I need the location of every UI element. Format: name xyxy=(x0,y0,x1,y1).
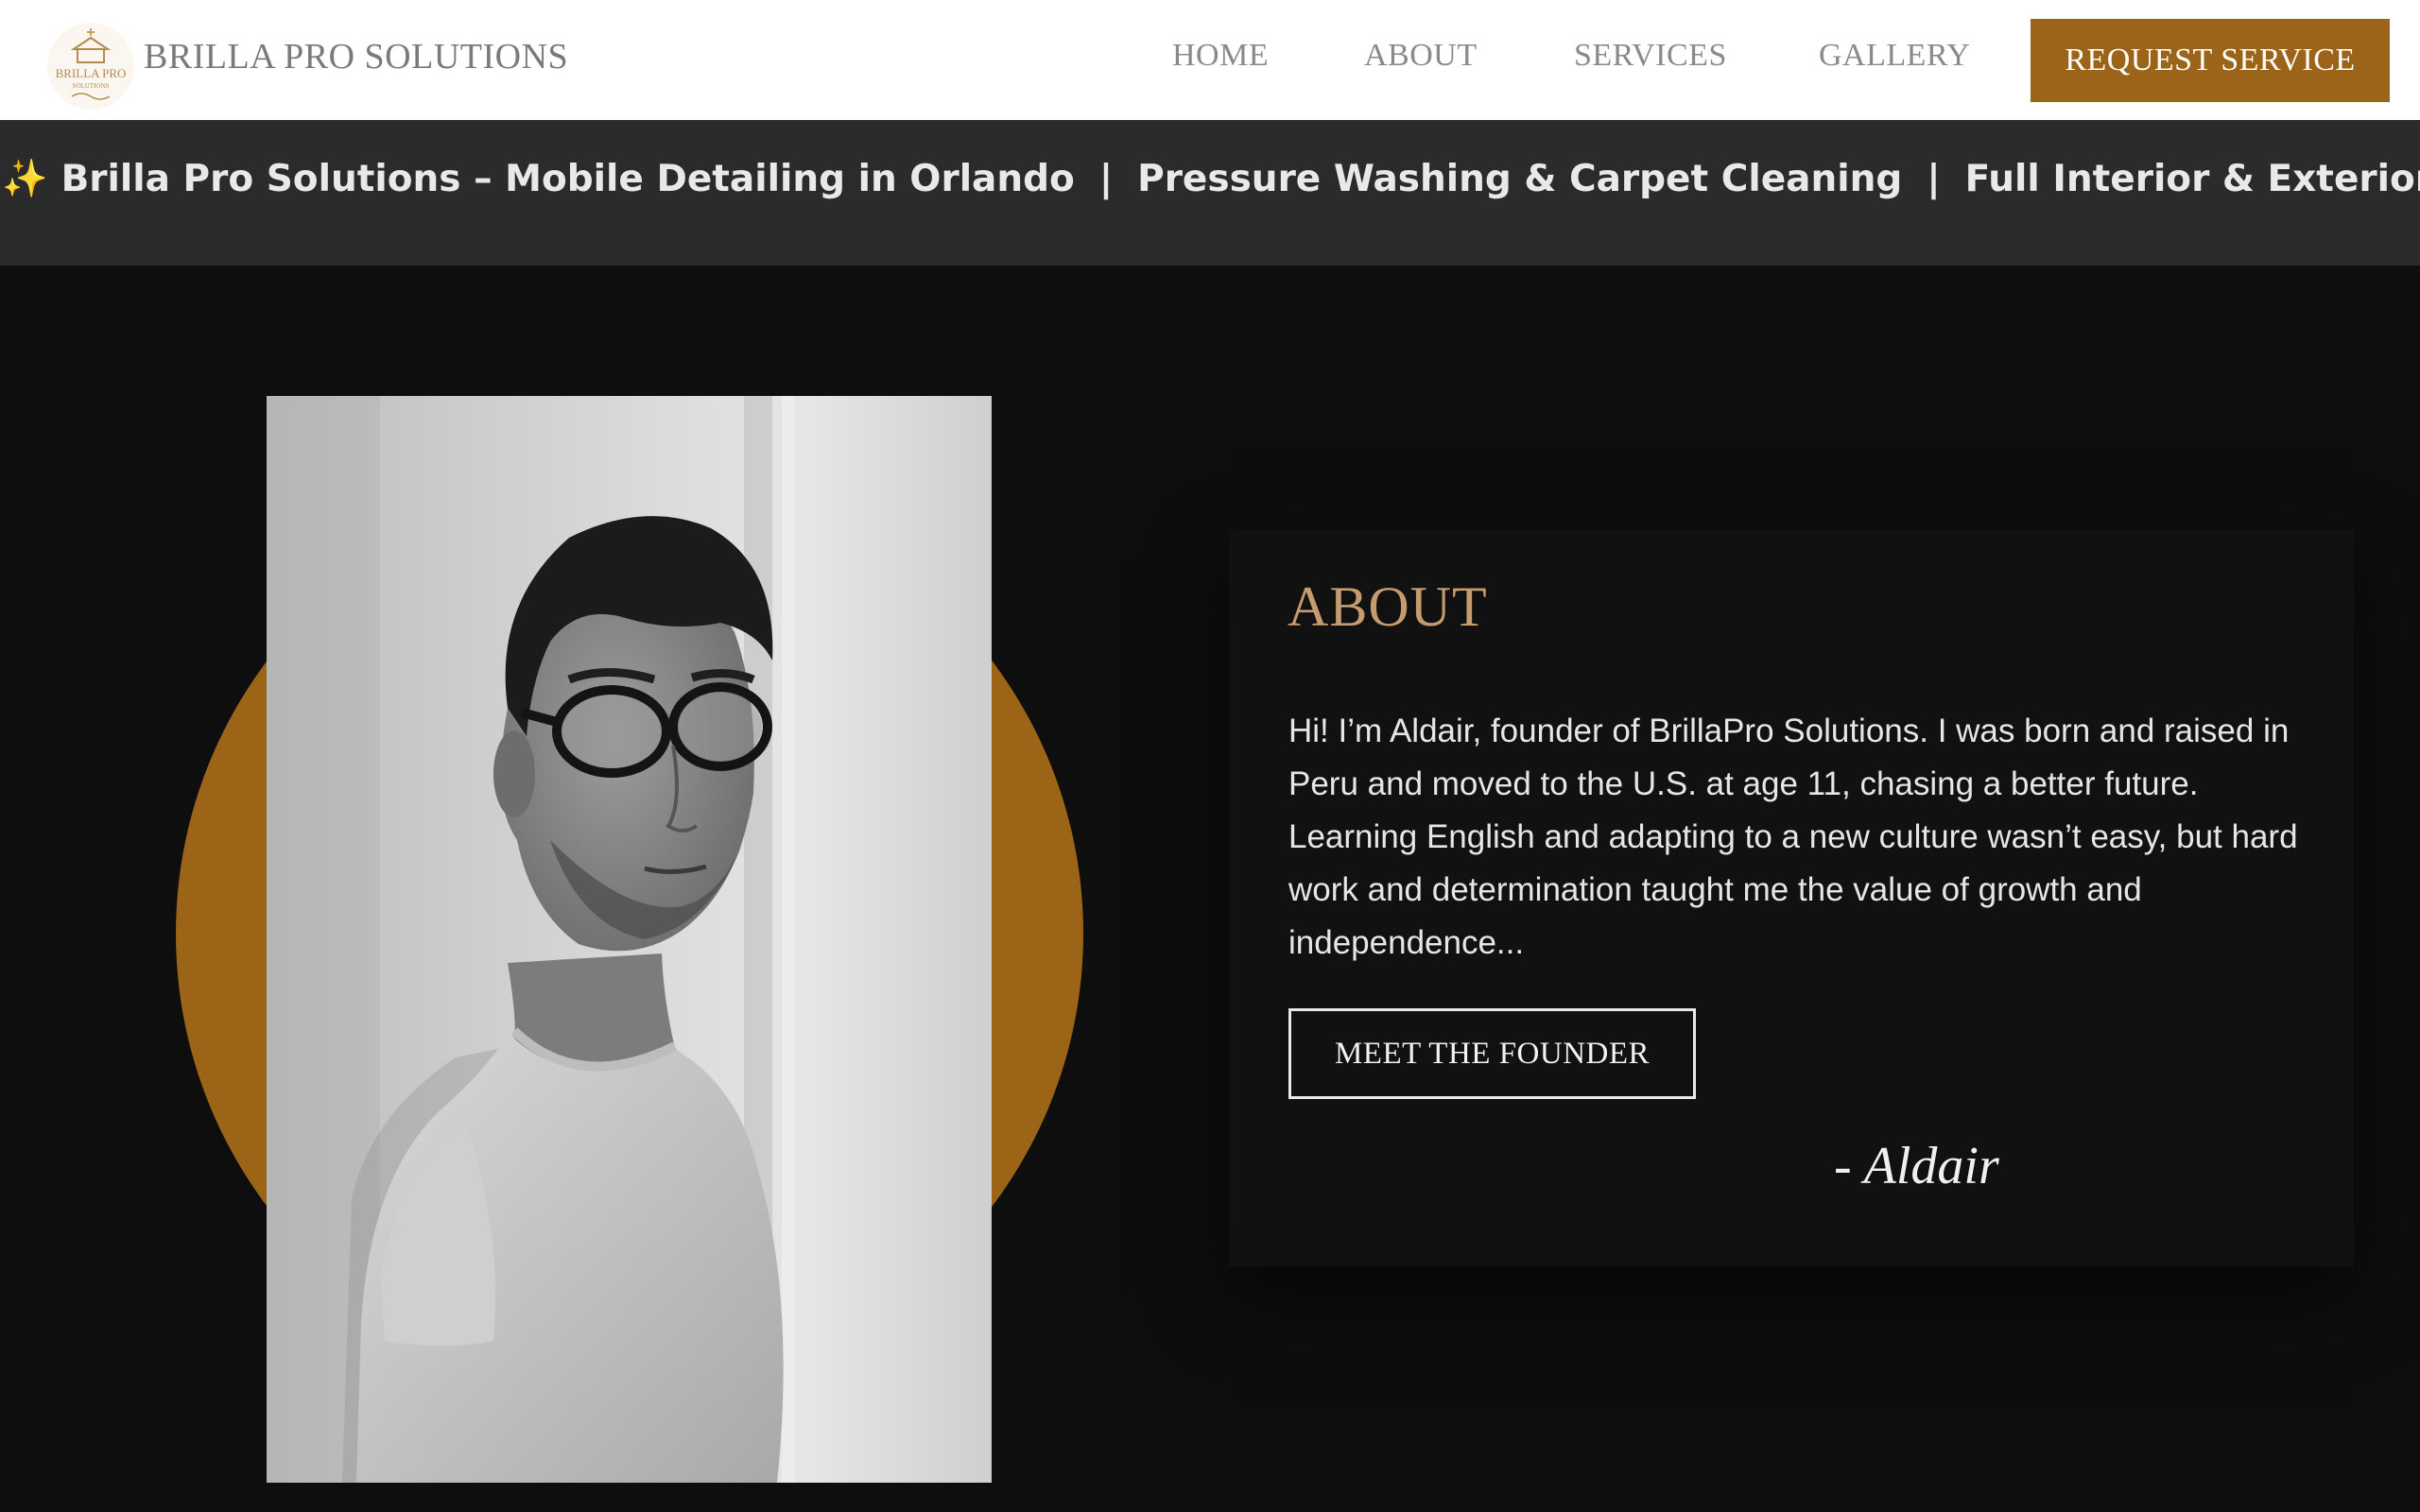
founder-signature: - Aldair xyxy=(1834,1137,1999,1195)
meet-the-founder-button[interactable]: MEET THE FOUNDER xyxy=(1288,1008,1696,1099)
ticker-track: ✨ Brilla Pro Solutions – Mobile Detailing… xyxy=(2,154,2420,206)
nav-about[interactable]: ABOUT xyxy=(1364,38,1478,74)
ticker-separator: | xyxy=(1098,158,1114,200)
logo-subtext: SOLUTIONS xyxy=(73,82,110,90)
nav-home[interactable]: HOME xyxy=(1172,38,1269,74)
nav-services[interactable]: SERVICES xyxy=(1574,38,1727,74)
logo-emblem-icon: BRILLA PRO SOLUTIONS xyxy=(47,23,134,110)
ticker-separator: | xyxy=(1927,158,1941,200)
logo-text: BRILLA PRO xyxy=(56,66,127,80)
announcement-ticker: ✨ Brilla Pro Solutions – Mobile Detailing… xyxy=(0,120,2420,266)
ticker-item: Brilla Pro Solutions – Mobile Detailing … xyxy=(60,158,1075,200)
brand-logo[interactable]: BRILLA PRO SOLUTIONS xyxy=(45,21,136,112)
brand-name[interactable]: BRILLA PRO SOLUTIONS xyxy=(144,36,568,77)
site-header: BRILLA PRO SOLUTIONS BRILLA PRO SOLUTION… xyxy=(0,0,2420,120)
about-description: Hi! I’m Aldair, founder of BrillaPro Sol… xyxy=(1288,713,2298,961)
founder-portrait-image xyxy=(267,396,992,1483)
about-heading: ABOUT xyxy=(1288,576,1488,638)
sparkle-icon: ✨ xyxy=(2,158,48,200)
founder-photo xyxy=(267,396,992,1483)
ticker-item: Full Interior & Exterior Detail – Bo xyxy=(1964,158,2420,200)
nav-gallery[interactable]: GALLERY xyxy=(1819,38,1970,74)
request-service-button[interactable]: REQUEST SERVICE xyxy=(2031,19,2390,102)
ticker-item: Pressure Washing & Carpet Cleaning xyxy=(1137,158,1903,200)
